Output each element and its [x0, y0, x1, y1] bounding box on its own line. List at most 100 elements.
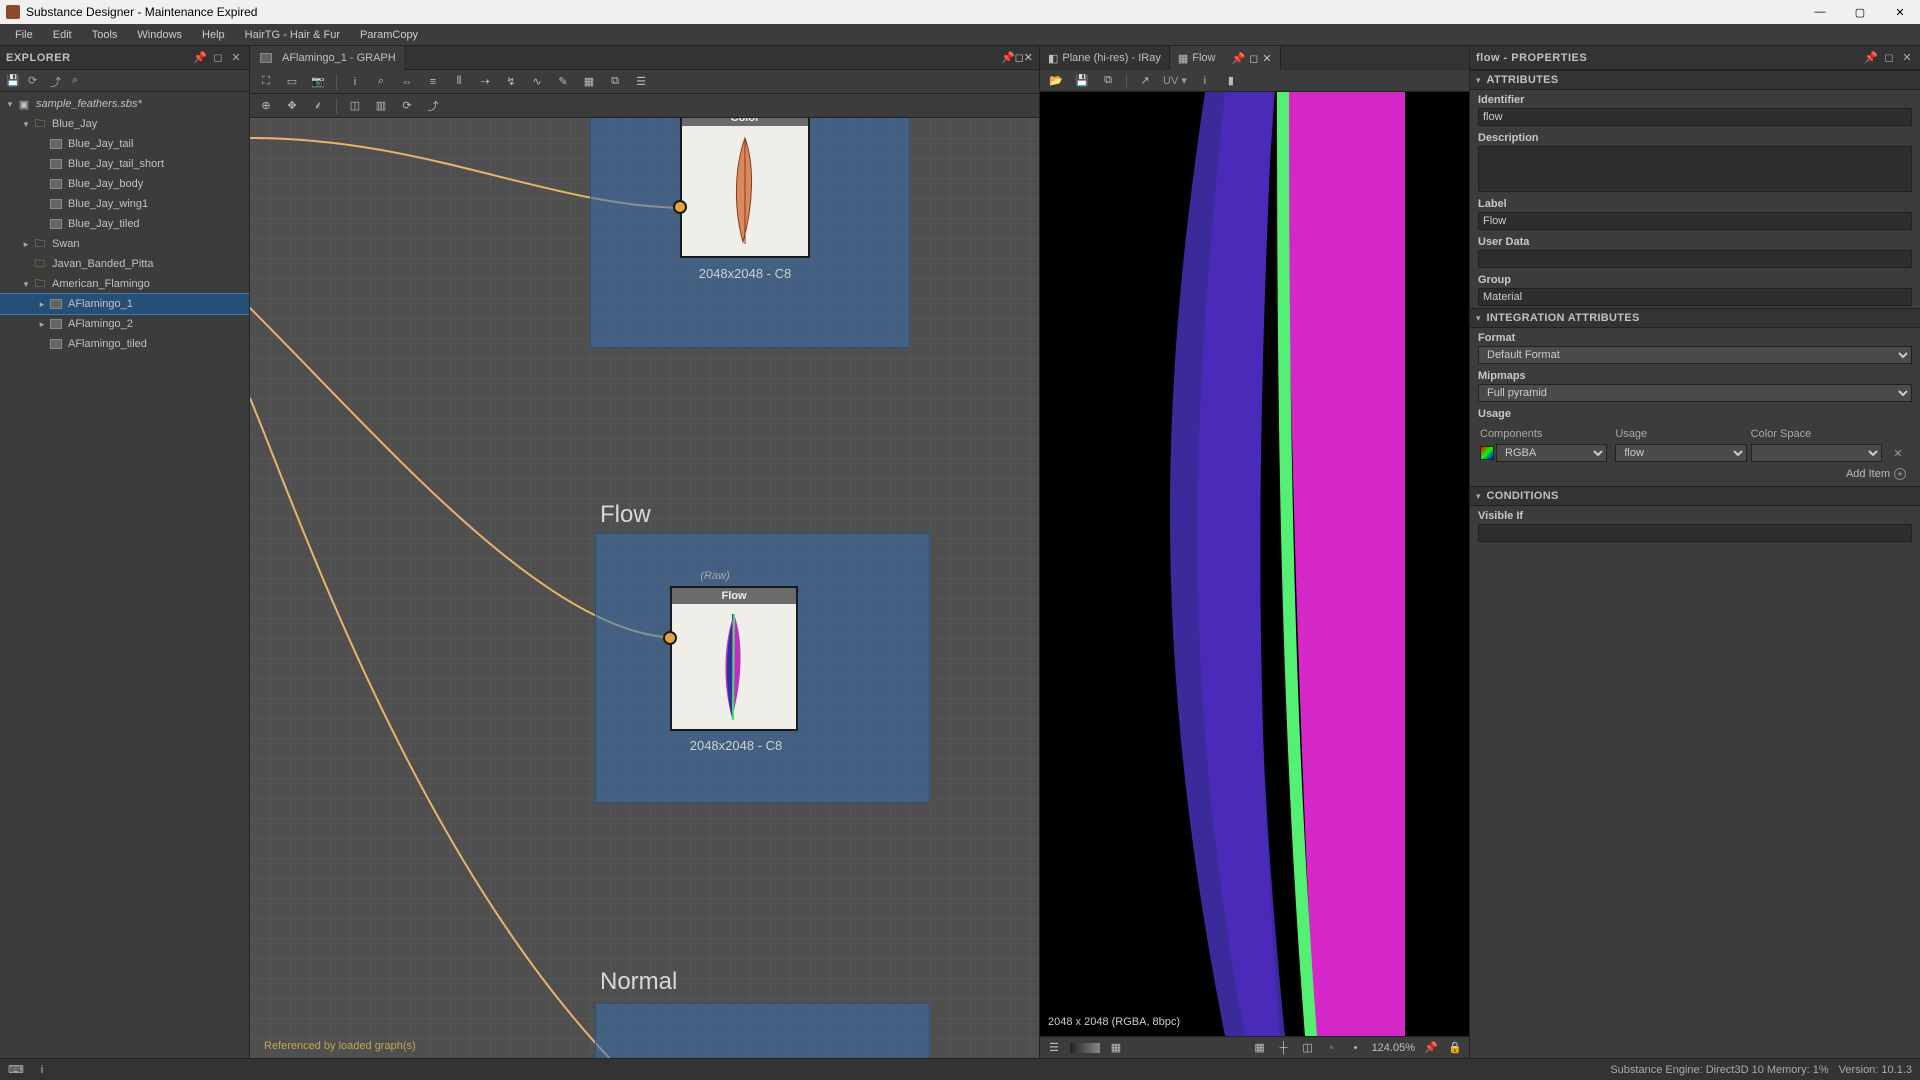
- link-icon[interactable]: ⇢: [477, 74, 493, 90]
- add-node-icon[interactable]: ⊕: [258, 98, 274, 114]
- close-icon[interactable]: ✕: [1024, 51, 1033, 64]
- pin-icon[interactable]: 📌: [1864, 51, 1878, 65]
- curve-icon[interactable]: ∿: [529, 74, 545, 90]
- info-icon[interactable]: i: [1197, 73, 1213, 89]
- menu-file[interactable]: File: [6, 27, 42, 43]
- magnet-icon[interactable]: ⸙: [310, 98, 326, 114]
- export-icon[interactable]: ⤴: [50, 74, 64, 88]
- node-output-flow[interactable]: Flow: [670, 586, 798, 731]
- menu-hairtg[interactable]: HairTG - Hair & Fur: [236, 27, 349, 43]
- frame-all-icon[interactable]: ⛶: [258, 74, 274, 90]
- ungroup-icon[interactable]: ▥: [373, 98, 389, 114]
- menu-windows[interactable]: Windows: [128, 27, 191, 43]
- console-icon[interactable]: ⌨: [8, 1062, 24, 1078]
- components-select[interactable]: RGBA: [1496, 444, 1607, 462]
- mipmaps-select[interactable]: Full pyramid: [1478, 384, 1912, 402]
- maximize-button[interactable]: ▢: [1840, 0, 1880, 24]
- popout-icon[interactable]: ◻: [1882, 51, 1896, 65]
- viewer-canvas[interactable]: 2048 x 2048 (RGBA, 8bpc): [1040, 92, 1469, 1036]
- attributes-section-header[interactable]: ▾ATTRIBUTES: [1470, 70, 1920, 90]
- export-icon[interactable]: ⤴: [425, 98, 441, 114]
- menu-edit[interactable]: Edit: [44, 27, 81, 43]
- popout-icon[interactable]: ◻: [1015, 51, 1024, 64]
- popout-icon[interactable]: ◻: [211, 51, 225, 65]
- open-icon[interactable]: 📂: [1048, 73, 1064, 89]
- pin-icon[interactable]: 📌: [1001, 51, 1015, 64]
- layers-icon[interactable]: ☰: [1046, 1040, 1062, 1056]
- integration-section-header[interactable]: ▾INTEGRATION ATTRIBUTES: [1470, 308, 1920, 328]
- grid-icon[interactable]: ▦: [1252, 1040, 1268, 1056]
- tree-graph-item[interactable]: ▸AFlamingo_2: [0, 314, 249, 334]
- close-icon[interactable]: ✕: [229, 51, 243, 65]
- menu-tools[interactable]: Tools: [83, 27, 127, 43]
- tree-folder[interactable]: ▾🗀American_Flamingo: [0, 274, 249, 294]
- info-icon[interactable]: i: [347, 74, 363, 90]
- align-v-icon[interactable]: ⫴: [451, 74, 467, 90]
- popout-icon[interactable]: ◻: [1249, 52, 1258, 65]
- layers-icon[interactable]: ☰: [633, 74, 649, 90]
- tile-icon[interactable]: ◫: [1300, 1040, 1316, 1056]
- close-icon[interactable]: ✕: [1262, 52, 1271, 65]
- explorer-tree[interactable]: ▾ ▣ sample_feathers.sbs* ▾🗀Blue_JayBlue_…: [0, 92, 249, 1058]
- center-icon[interactable]: ◦: [1324, 1040, 1340, 1056]
- save-icon[interactable]: 💾: [6, 74, 20, 88]
- colorspace-select[interactable]: [1751, 444, 1882, 462]
- node-input-port[interactable]: [673, 200, 687, 214]
- viewer-tab-2d[interactable]: ▦ Flow 📌 ◻ ✕: [1170, 46, 1281, 70]
- ruler-icon[interactable]: ┼: [1276, 1040, 1292, 1056]
- crop-icon[interactable]: ⧉: [607, 74, 623, 90]
- minimize-button[interactable]: —: [1800, 0, 1840, 24]
- remove-usage-icon[interactable]: ✕: [1886, 447, 1910, 460]
- close-icon[interactable]: ✕: [1900, 51, 1914, 65]
- break-icon[interactable]: ↯: [503, 74, 519, 90]
- tree-graph-item[interactable]: Blue_Jay_wing1: [0, 194, 249, 214]
- menu-help[interactable]: Help: [193, 27, 234, 43]
- label-input[interactable]: [1478, 212, 1912, 230]
- graph-canvas[interactable]: Color 2048x2048 - C8 Flow (Raw) Flow: [250, 118, 1039, 1058]
- format-select[interactable]: Default Format: [1478, 346, 1912, 364]
- tree-folder[interactable]: ▾🗀Blue_Jay: [0, 114, 249, 134]
- tree-graph-item[interactable]: Blue_Jay_tail_short: [0, 154, 249, 174]
- pin-icon[interactable]: 📌: [1423, 1040, 1439, 1056]
- share-icon[interactable]: ↗: [1137, 73, 1153, 89]
- tree-graph-item[interactable]: ▸AFlamingo_1: [0, 294, 249, 314]
- tree-graph-item[interactable]: AFlamingo_tiled: [0, 334, 249, 354]
- pen-icon[interactable]: ✎: [555, 74, 571, 90]
- fit-icon[interactable]: ⇔: [399, 74, 415, 90]
- alpha-icon[interactable]: ▦: [1108, 1040, 1124, 1056]
- find-icon[interactable]: ⌕: [72, 74, 86, 88]
- close-button[interactable]: ✕: [1880, 0, 1920, 24]
- refresh-icon[interactable]: ⟳: [399, 98, 415, 114]
- tree-folder[interactable]: 🗀Javan_Banded_Pitta: [0, 254, 249, 274]
- group-input[interactable]: [1478, 288, 1912, 306]
- copy-icon[interactable]: ⧉: [1100, 73, 1116, 89]
- visibleif-input[interactable]: [1478, 524, 1912, 542]
- histogram-icon[interactable]: ▮: [1223, 73, 1239, 89]
- menu-paramcopy[interactable]: ParamCopy: [351, 27, 427, 43]
- userdata-input[interactable]: [1478, 250, 1912, 268]
- tree-graph-item[interactable]: Blue_Jay_tiled: [0, 214, 249, 234]
- exposure-slider[interactable]: [1070, 1043, 1100, 1053]
- save-icon[interactable]: 💾: [1074, 73, 1090, 89]
- uv-dropdown[interactable]: UV ▾: [1163, 74, 1187, 87]
- lock-icon[interactable]: 🔒: [1447, 1040, 1463, 1056]
- dot-icon[interactable]: •: [1348, 1040, 1364, 1056]
- tree-graph-item[interactable]: Blue_Jay_tail: [0, 134, 249, 154]
- move-icon[interactable]: ✥: [284, 98, 300, 114]
- identifier-input[interactable]: [1478, 108, 1912, 126]
- node-input-port[interactable]: [663, 631, 677, 645]
- zoom-icon[interactable]: ⌕: [373, 74, 389, 90]
- pin-icon[interactable]: 📌: [1231, 52, 1245, 65]
- graph-tab[interactable]: AFlamingo_1 - GRAPH: [250, 46, 404, 70]
- grid-icon[interactable]: ▦: [581, 74, 597, 90]
- tree-folder[interactable]: ▸🗀Swan: [0, 234, 249, 254]
- align-h-icon[interactable]: ≡: [425, 74, 441, 90]
- group-icon[interactable]: ◫: [347, 98, 363, 114]
- refresh-icon[interactable]: ⟳: [28, 74, 42, 88]
- conditions-section-header[interactable]: ▾CONDITIONS: [1470, 486, 1920, 506]
- frame-normal[interactable]: [595, 1003, 930, 1058]
- add-usage-item[interactable]: Add Item+: [1470, 466, 1920, 486]
- snapshot-icon[interactable]: 📷: [310, 74, 326, 90]
- tree-graph-item[interactable]: Blue_Jay_body: [0, 174, 249, 194]
- description-input[interactable]: [1478, 146, 1912, 192]
